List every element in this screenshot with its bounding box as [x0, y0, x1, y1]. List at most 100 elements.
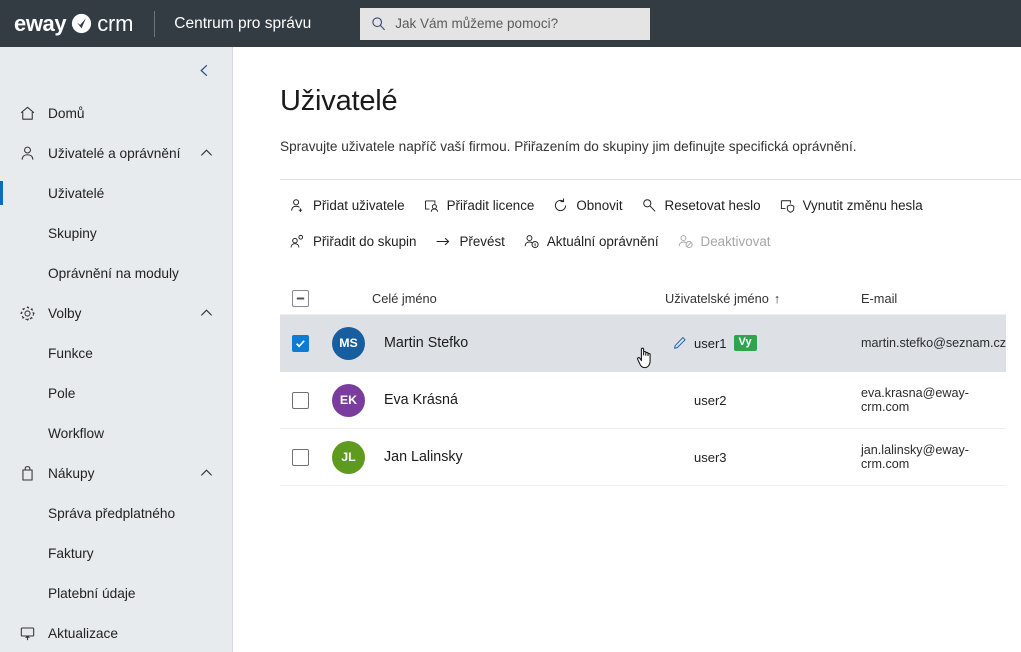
sidebar-item-skupiny[interactable]: Skupiny [0, 213, 232, 253]
sidebar-item-pole[interactable]: Pole [0, 373, 232, 413]
button-label: Deaktivovat [700, 234, 771, 249]
sidebar-item-label: Pole [48, 385, 76, 401]
avatar: EK [332, 383, 365, 417]
sidebar-item-domu[interactable]: Domů [0, 93, 232, 133]
table-row[interactable]: MS Martin Stefko user1 Vy martin.stefko@… [280, 315, 1006, 372]
row-checkbox[interactable] [291, 391, 309, 409]
user-email: jan.lalinsky@eway-crm.com [861, 443, 969, 471]
person-icon [16, 142, 38, 164]
user-full-name: Eva Krásná [384, 392, 458, 408]
column-header-name[interactable]: Celé jméno [320, 291, 665, 306]
table-header-row: Celé jméno Uživatelské jméno ↑ E-mail [280, 282, 1006, 315]
refresh-button[interactable]: Obnovit [543, 191, 631, 220]
arrow-right-icon [437, 237, 450, 246]
person-block-icon [678, 235, 693, 249]
global-search[interactable]: Jak Vám můžeme pomoci? [360, 7, 651, 40]
column-label: Uživatelské jméno [665, 290, 769, 306]
user-full-name: Martin Stefko [384, 335, 469, 351]
chevron-up-icon[interactable] [199, 146, 214, 161]
sidebar-item-label: Nákupy [48, 465, 95, 481]
person-group-icon [290, 234, 304, 248]
row-username-cell: user3 [665, 450, 861, 465]
sidebar-item-label: Správa předplatného [48, 505, 176, 521]
page-title: Uživatelé [280, 85, 398, 117]
sidebar-item-aktualizace[interactable]: Aktualizace [0, 613, 232, 652]
users-table: Celé jméno Uživatelské jméno ↑ E-mail MS… [280, 282, 1006, 486]
app-logo[interactable]: eway crm [14, 11, 133, 37]
column-label: Celé jméno [372, 290, 437, 306]
bag-icon [16, 462, 38, 484]
toolbar-row-2: Přiřadit do skupin Převést Aktuální oprá… [280, 227, 1021, 256]
button-label: Obnovit [576, 198, 623, 213]
sidebar-item-label: Volby [48, 305, 82, 321]
sidebar-item-volby[interactable]: Volby [0, 293, 232, 333]
assign-license-button[interactable]: Přiřadit licence [414, 191, 544, 220]
sidebar-item-label: Uživatelé [48, 185, 105, 201]
sidebar-item-uzivatele[interactable]: Uživatelé [0, 173, 232, 213]
table-row[interactable]: EK Eva Krásná user2 eva.krasna@eway-crm.… [280, 372, 1006, 429]
column-header-username[interactable]: Uživatelské jméno ↑ [665, 291, 861, 306]
sidebar-item-label: Aktualizace [48, 625, 118, 641]
sidebar-item-workflow[interactable]: Workflow [0, 413, 232, 453]
row-username-cell: user2 [665, 393, 861, 408]
person-add-icon [291, 199, 303, 212]
column-header-email[interactable]: E-mail [861, 291, 1006, 306]
active-indicator [0, 181, 3, 205]
chevron-up-icon[interactable] [199, 466, 214, 481]
username-value: user2 [694, 392, 727, 408]
button-label: Přidat uživatele [313, 198, 405, 213]
collapse-sidebar-button[interactable] [197, 63, 212, 83]
monitor-update-icon [16, 622, 38, 644]
row-name-cell: EK Eva Krásná [320, 383, 665, 417]
table-row[interactable]: JL Jan Lalinsky user3 jan.lalinsky@eway-… [280, 429, 1006, 486]
sidebar-item-nakupy[interactable]: Nákupy [0, 453, 232, 493]
username-value: user1 [694, 335, 727, 351]
sidebar-item-funkce[interactable]: Funkce [0, 333, 232, 373]
row-checkbox[interactable] [291, 334, 309, 352]
row-checkbox[interactable] [291, 448, 309, 466]
user-email: eva.krasna@eway-crm.com [861, 386, 969, 414]
force-password-change-button[interactable]: Vynutit změnu hesla [770, 191, 932, 220]
search-icon [372, 17, 386, 31]
chevron-up-icon[interactable] [199, 306, 214, 321]
sidebar-item-sprava-predplatneho[interactable]: Správa předplatného [0, 493, 232, 533]
sidebar-item-platebni-udaje[interactable]: Platební údaje [0, 573, 232, 613]
row-select-cell [280, 334, 320, 352]
sidebar-item-uzivatele-a-opravneni[interactable]: Uživatelé a oprávnění [0, 133, 232, 173]
select-all-checkbox[interactable] [291, 289, 309, 307]
reset-password-button[interactable]: Resetovat heslo [632, 191, 770, 220]
row-select-cell [280, 391, 320, 409]
add-user-button[interactable]: Přidat uživatele [280, 191, 414, 220]
transfer-button[interactable]: Převést [425, 227, 513, 256]
logo-crm-text: crm [97, 10, 134, 36]
eway-logo-mark-icon [72, 13, 92, 34]
sidebar-item-faktury[interactable]: Faktury [0, 533, 232, 573]
row-email-cell: eva.krasna@eway-crm.com [861, 386, 1006, 414]
button-label: Resetovat heslo [664, 198, 761, 213]
button-label: Přiřadit do skupin [313, 234, 417, 249]
pencil-icon [673, 337, 686, 349]
sidebar-item-label: Oprávnění na moduly [48, 265, 179, 281]
dash-icon [296, 296, 304, 300]
sidebar: Domů Uživatelé a oprávnění Uživatelé Sku… [0, 47, 233, 652]
logo-wordmark: eway [14, 10, 67, 36]
topbar-divider [154, 10, 156, 37]
edit-username-button[interactable] [665, 335, 694, 351]
sidebar-item-label: Faktury [48, 545, 94, 561]
button-label: Vynutit změnu hesla [802, 198, 923, 213]
chevron-left-icon [200, 64, 208, 77]
sidebar-item-opravneni-na-moduly[interactable]: Oprávnění na moduly [0, 253, 232, 293]
row-name-cell: MS Martin Stefko [320, 326, 665, 360]
person-info-icon [524, 235, 539, 249]
command-toolbar: Přidat uživatele Přiřadit licence Obnovi… [280, 179, 1021, 256]
sidebar-collapse-row [0, 53, 232, 93]
deactivate-button[interactable]: Deaktivovat [668, 227, 780, 256]
home-icon [16, 102, 38, 124]
current-permissions-button[interactable]: Aktuální oprávnění [514, 227, 668, 256]
sidebar-item-label: Skupiny [48, 225, 97, 241]
key-icon [642, 199, 656, 212]
sidebar-item-label: Workflow [48, 425, 105, 441]
main-content: Uživatelé Spravujte uživatele napříč vaš… [233, 47, 1021, 652]
shield-password-icon [780, 200, 794, 213]
assign-to-groups-button[interactable]: Přiřadit do skupin [280, 227, 425, 256]
